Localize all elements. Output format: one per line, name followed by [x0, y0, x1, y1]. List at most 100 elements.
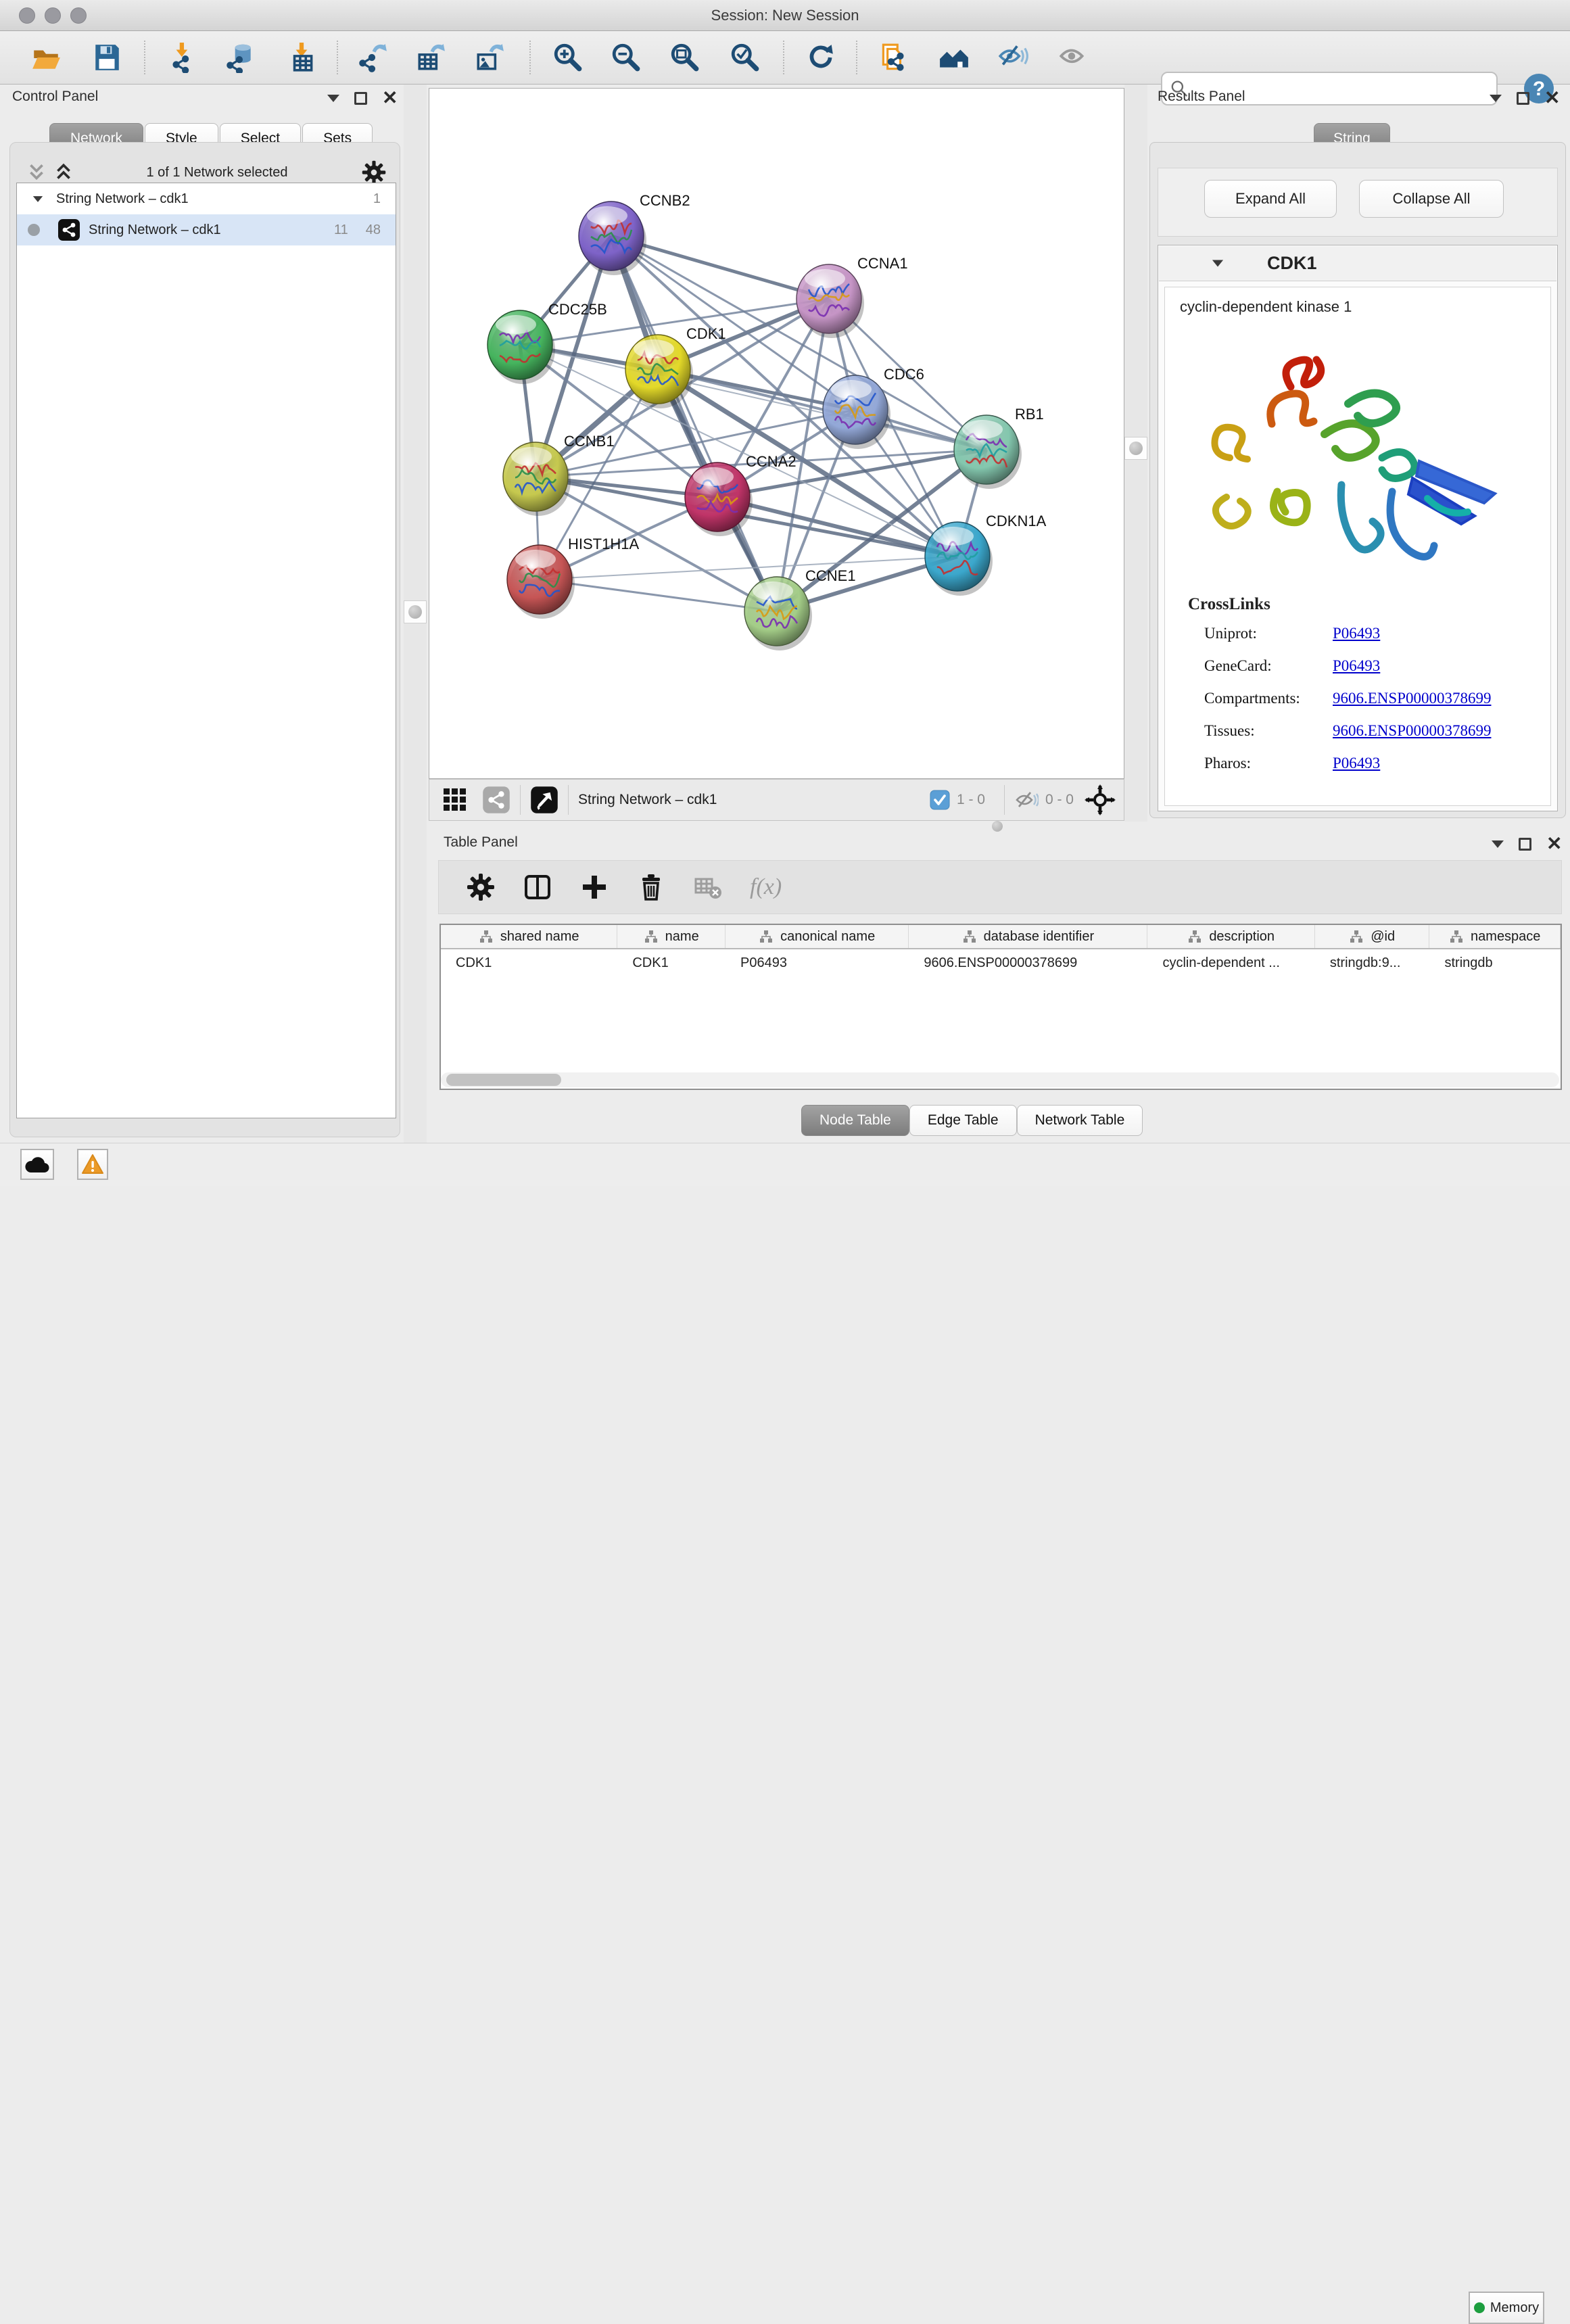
left-splitter[interactable]: [404, 85, 427, 1143]
crosslink-value-link[interactable]: P06493: [1333, 755, 1380, 772]
warning-icon: [81, 1154, 104, 1175]
network-node-CDKN1A[interactable]: CDKN1A: [925, 513, 1047, 596]
network-edge[interactable]: [540, 579, 777, 611]
network-node-CDC6[interactable]: CDC6: [823, 366, 924, 449]
splitter-handle[interactable]: [1129, 442, 1143, 455]
crosslink-value-link[interactable]: P06493: [1333, 657, 1380, 675]
horizontal-splitter[interactable]: [429, 821, 1570, 830]
warnings-button[interactable]: [77, 1149, 108, 1180]
string-panel-icon[interactable]: [482, 786, 510, 814]
hide-selected-icon: [998, 42, 1029, 73]
tab-node-table[interactable]: Node Table: [801, 1105, 909, 1136]
column-type-icon: [962, 929, 977, 944]
crosslink-value-link[interactable]: 9606.ENSP00000378699: [1333, 690, 1492, 707]
control-panel-menu-icon[interactable]: [327, 95, 339, 102]
zoom-selected-button[interactable]: [726, 37, 764, 78]
column-header-description[interactable]: description: [1147, 925, 1314, 948]
open-session-button[interactable]: [27, 37, 65, 78]
node-label-CDC6: CDC6: [884, 366, 924, 383]
network-node-CCNA1[interactable]: CCNA1: [796, 255, 908, 338]
import-table-button[interactable]: [283, 37, 320, 78]
table-settings-gear-icon[interactable]: [466, 872, 496, 902]
crosslink-value-link[interactable]: 9606.ENSP00000378699: [1333, 722, 1492, 740]
right-splitter[interactable]: [1124, 85, 1147, 822]
delete-column-icon[interactable]: [636, 872, 666, 902]
table-cell: CDK1: [441, 949, 617, 976]
table-panel-menu-icon[interactable]: [1492, 840, 1504, 848]
selected-checkbox-icon[interactable]: [930, 790, 950, 810]
crosslink-value-link[interactable]: P06493: [1333, 625, 1380, 642]
export-network-button[interactable]: [354, 37, 391, 78]
zoom-selected-icon: [730, 42, 761, 73]
network-row[interactable]: String Network – cdk1 11 48: [17, 214, 396, 245]
network-view-toolbar: String Network – cdk1 1 - 0 0 - 0: [429, 779, 1124, 821]
network-edge[interactable]: [611, 236, 777, 611]
table-horizontal-scrollbar[interactable]: [441, 1072, 1559, 1087]
expand-all-button[interactable]: Expand All: [1204, 180, 1337, 218]
results-panel-menu-icon[interactable]: [1490, 95, 1502, 102]
column-header-namespace[interactable]: namespace: [1429, 925, 1561, 948]
network-node-CDK1[interactable]: CDK1: [625, 325, 726, 408]
show-columns-icon[interactable]: [523, 872, 552, 902]
expand-all-icon[interactable]: [54, 162, 73, 183]
table-panel-close-icon[interactable]: ✕: [1546, 837, 1562, 851]
memory-button[interactable]: Memory: [1469, 2292, 1544, 2324]
results-panel-close-icon[interactable]: ✕: [1544, 91, 1560, 105]
zoom-in-button[interactable]: [549, 37, 587, 78]
tree-expander-icon[interactable]: [33, 196, 43, 202]
network-graph[interactable]: CCNB2CCNA1CDC25BCDK1CDC6RB1CCNB1CCNA2CDK…: [429, 89, 1124, 778]
crosslink-label: Pharos:: [1204, 755, 1333, 772]
results-panel-float-icon[interactable]: [1517, 92, 1529, 105]
zoom-fit-button[interactable]: [666, 37, 704, 78]
table-row[interactable]: CDK1CDK1P064939606.ENSP00000378699cyclin…: [441, 949, 1561, 976]
network-edge[interactable]: [658, 369, 986, 450]
show-all-icon: [1057, 42, 1088, 73]
column-header-name[interactable]: name: [617, 925, 725, 948]
network-canvas[interactable]: CCNB2CCNA1CDC25BCDK1CDC6RB1CCNB1CCNA2CDK…: [429, 88, 1124, 779]
create-column-icon[interactable]: [579, 872, 609, 902]
delete-table-icon-disabled: [693, 872, 723, 902]
column-type-icon: [1349, 929, 1364, 944]
node-label-CCNA2: CCNA2: [746, 453, 796, 470]
cloud-button[interactable]: [20, 1149, 54, 1180]
tab-edge-table[interactable]: Edge Table: [909, 1105, 1017, 1136]
table-cell: stringdb: [1429, 949, 1561, 976]
column-header-shared-name[interactable]: shared name: [441, 925, 617, 948]
home-button[interactable]: [935, 37, 973, 78]
control-panel-close-icon[interactable]: ✕: [382, 91, 398, 105]
zoom-out-button[interactable]: [607, 37, 645, 78]
show-all-button[interactable]: [1053, 37, 1091, 78]
fit-content-icon[interactable]: [1085, 784, 1116, 815]
network-node-CCNB2[interactable]: CCNB2: [579, 192, 690, 275]
gear-icon[interactable]: [361, 160, 387, 185]
tab-network-table[interactable]: Network Table: [1017, 1105, 1143, 1136]
hide-selected-button[interactable]: [995, 37, 1032, 78]
table-panel-float-icon[interactable]: [1519, 838, 1531, 851]
network-collection-count: 1: [373, 191, 381, 207]
column-header-canonical-name[interactable]: canonical name: [725, 925, 909, 948]
birds-eye-view-icon[interactable]: [442, 786, 469, 813]
collapse-all-icon[interactable]: [27, 162, 46, 183]
import-network-button[interactable]: [164, 37, 202, 78]
refresh-button[interactable]: [801, 37, 839, 78]
splitter-handle[interactable]: [408, 605, 422, 619]
node-table[interactable]: shared name name canonical name database…: [439, 924, 1562, 1090]
gene-header[interactable]: CDK1: [1159, 246, 1556, 281]
share-file-button[interactable]: [874, 37, 912, 78]
scrollbar-thumb[interactable]: [446, 1074, 561, 1086]
open-in-browser-icon[interactable]: [530, 786, 558, 814]
column-header--id[interactable]: @id: [1315, 925, 1430, 948]
node-label-CCNA1: CCNA1: [857, 255, 908, 272]
export-image-button[interactable]: [471, 37, 508, 78]
import-network-database-button[interactable]: [221, 37, 259, 78]
network-collection-row[interactable]: String Network – cdk1 1: [17, 183, 396, 214]
export-table-button[interactable]: [412, 37, 450, 78]
network-node-HIST1H1A[interactable]: HIST1H1A: [507, 536, 639, 619]
control-panel-float-icon[interactable]: [354, 92, 367, 105]
collapse-all-button[interactable]: Collapse All: [1359, 180, 1504, 218]
gene-collapse-icon[interactable]: [1212, 260, 1223, 267]
save-session-button[interactable]: [88, 37, 126, 78]
column-header-database-identifier[interactable]: database identifier: [909, 925, 1147, 948]
network-node-RB1[interactable]: RB1: [954, 406, 1044, 489]
toolbar-separator: [529, 41, 531, 74]
